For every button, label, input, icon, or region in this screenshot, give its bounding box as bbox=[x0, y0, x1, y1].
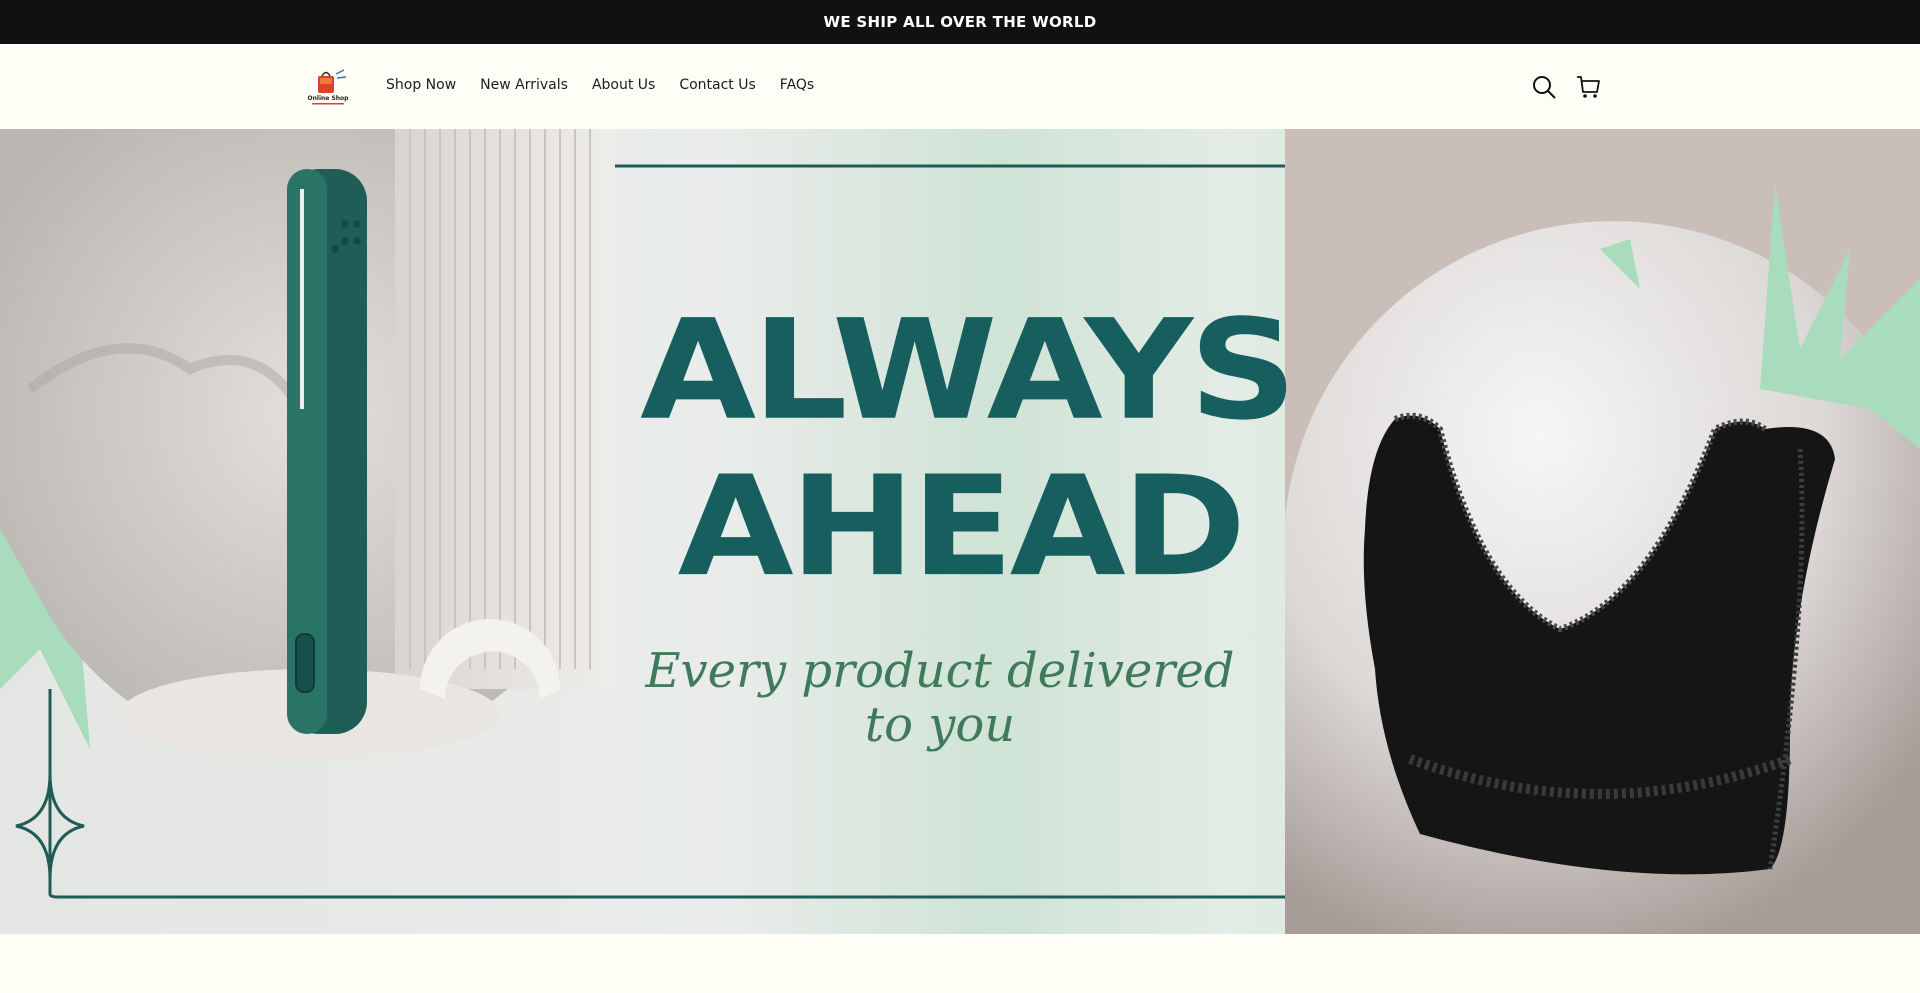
nav-shop-now[interactable]: Shop Now bbox=[386, 77, 456, 93]
nav-contact-us[interactable]: Contact Us bbox=[679, 77, 755, 93]
headline-line-1: ALWAYS bbox=[640, 290, 1297, 451]
hero-headline: ALWAYS AHEAD bbox=[640, 290, 1297, 608]
nav-faqs[interactable]: FAQs bbox=[780, 77, 814, 93]
search-button[interactable] bbox=[1531, 74, 1557, 100]
shopping-bag-logo-icon: Online Shop bbox=[308, 69, 350, 105]
store-logo[interactable]: Online Shop bbox=[306, 68, 350, 108]
site-header: Online Shop Shop Now New Arrivals About … bbox=[0, 44, 1920, 130]
tagline-line-2: to you bbox=[864, 697, 1016, 753]
hair-straightener-image bbox=[287, 169, 367, 734]
hero-tagline: Every product delivered to you bbox=[640, 644, 1240, 752]
headline-line-2: AHEAD bbox=[677, 447, 1247, 608]
logo-text: Online Shop bbox=[308, 95, 350, 102]
cart-icon bbox=[1577, 76, 1600, 98]
nav-new-arrivals[interactable]: New Arrivals bbox=[480, 77, 568, 93]
announcement-bar: WE SHIP ALL OVER THE WORLD bbox=[0, 0, 1920, 44]
cart-button[interactable] bbox=[1575, 74, 1601, 100]
nav-about-us[interactable]: About Us bbox=[592, 77, 655, 93]
tagline-line-1: Every product delivered bbox=[645, 643, 1235, 699]
search-icon bbox=[1533, 76, 1556, 99]
main-nav: Shop Now New Arrivals About Us Contact U… bbox=[386, 77, 838, 93]
page-content-start bbox=[0, 934, 1920, 993]
announcement-text: WE SHIP ALL OVER THE WORLD bbox=[823, 13, 1097, 31]
hero-banner[interactable]: ALWAYS AHEAD Every product delivered to … bbox=[0, 129, 1920, 934]
